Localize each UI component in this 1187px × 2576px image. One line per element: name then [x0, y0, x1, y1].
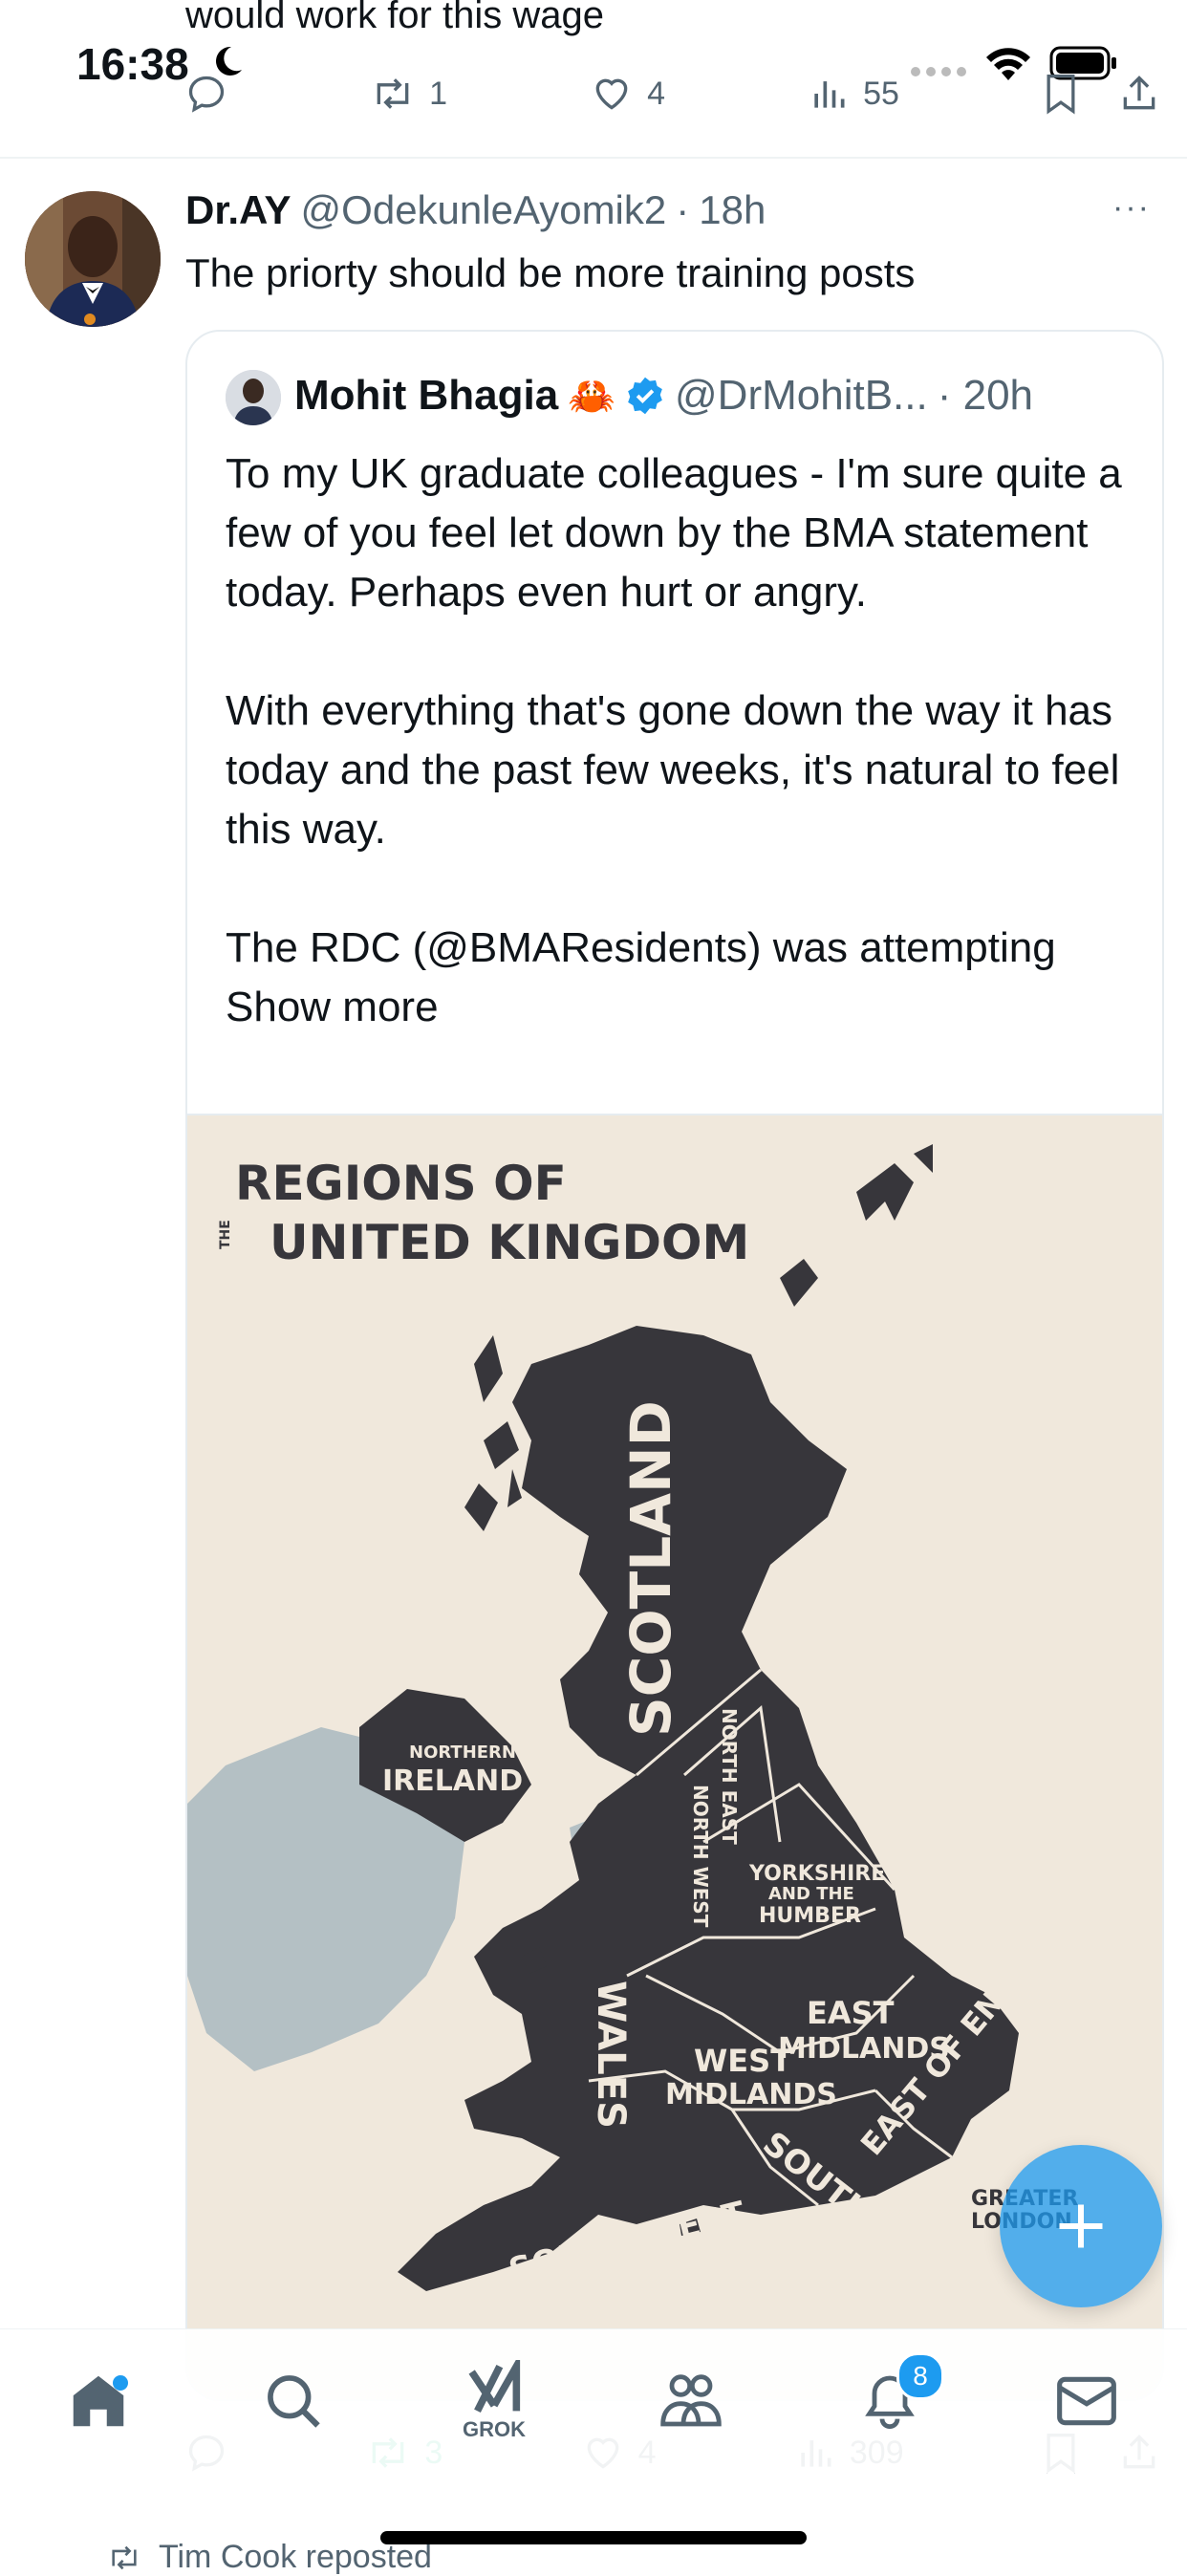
quote-paragraph-1: To my UK graduate colleagues - I'm sure … [226, 450, 1122, 616]
retweet-button[interactable]: 1 [370, 73, 447, 115]
views-icon [814, 81, 845, 108]
map-title-line1: REGIONS OF [235, 1156, 567, 1211]
label-yorkshire-3: HUMBER [759, 1904, 861, 1928]
tweet-time[interactable]: 18h [699, 187, 766, 233]
quote-body: To my UK graduate colleagues - I'm sure … [226, 444, 1133, 1037]
quote-avatar [226, 370, 281, 425]
label-yorkshire-2: AND THE [768, 1884, 854, 1904]
mail-icon [1057, 2376, 1116, 2426]
reply-icon [188, 76, 225, 113]
author-name[interactable]: Dr.AY [185, 187, 291, 233]
label-scotland: SCOTLAND [618, 1400, 683, 1737]
tab-communities[interactable] [648, 2358, 734, 2444]
tweet-header: Dr.AY @OdekunleAyomik2 · 18h [185, 187, 766, 233]
more-options-button[interactable]: ··· [1112, 189, 1151, 227]
divider [0, 157, 1187, 159]
bottom-tab-bar: GROK 8 [0, 2328, 1187, 2473]
tab-grok[interactable]: GROK [451, 2358, 537, 2444]
grok-icon [468, 2360, 521, 2414]
label-wales: WALES [589, 1981, 633, 2129]
tab-home[interactable] [55, 2358, 141, 2444]
heart-icon [595, 78, 628, 110]
label-northern: NORTHERN [409, 1743, 516, 1763]
retweet-icon [377, 78, 409, 109]
like-button[interactable]: 4 [590, 73, 665, 115]
views-count: 55 [863, 75, 899, 112]
label-ireland: IRELAND [382, 1764, 523, 1798]
tab-messages[interactable] [1044, 2358, 1130, 2444]
compose-button[interactable] [1000, 2145, 1162, 2307]
quote-time: · 20h [937, 372, 1034, 419]
label-yorkshire-1: YORKSHIRE [748, 1862, 885, 1886]
retweet-count: 1 [429, 75, 447, 112]
quote-author-name: Mohit Bhagia [294, 372, 559, 419]
grok-label: GROK [463, 2417, 526, 2441]
quote-paragraph-2: With everything that's gone down the way… [226, 687, 1120, 853]
notification-badge: 8 [896, 2352, 944, 2400]
quote-author-handle: @DrMohitB... [675, 372, 928, 419]
communities-icon [660, 2374, 722, 2427]
tweet-text: The priorty should be more training post… [185, 250, 916, 295]
verified-badge-icon [628, 377, 662, 415]
crab-emoji: 🦀 [568, 375, 616, 418]
views-button[interactable]: 55 [808, 73, 899, 115]
label-north-east: NORTH EAST [718, 1708, 741, 1845]
author-handle[interactable]: @OdekunleAyomik2 [301, 187, 667, 233]
tab-search[interactable] [250, 2358, 336, 2444]
show-more-link[interactable]: Show more [226, 984, 439, 1030]
quote-tweet-card[interactable]: Mohit Bhagia 🦀 @DrMohitB... · 20h To my … [185, 330, 1164, 2401]
tab-notifications[interactable]: 8 [847, 2352, 944, 2444]
like-count: 4 [647, 75, 665, 112]
bookmark-icon[interactable] [1042, 73, 1080, 115]
share-icon[interactable] [1118, 73, 1160, 115]
unread-dot [113, 2375, 128, 2391]
avatar[interactable] [25, 191, 161, 327]
label-west-2: MIDLANDS [665, 2078, 837, 2111]
status-time: 16:38 [76, 39, 189, 89]
plus-icon [1059, 2204, 1103, 2248]
home-indicator [380, 2531, 807, 2544]
label-west-1: WEST [694, 2043, 791, 2079]
map-title-line2: UNITED KINGDOM [270, 1215, 749, 1270]
reply-button[interactable] [185, 73, 227, 115]
retweet-small-icon [112, 2545, 137, 2569]
next-item-header: Tim Cook reposted [105, 2539, 432, 2576]
map-title-the: THE [218, 1220, 233, 1249]
prev-tweet-actions: 1 4 55 [185, 65, 1160, 122]
label-east-1: EAST [807, 1995, 895, 2031]
quote-paragraph-3: The RDC (@BMAResidents) was attempting [226, 924, 1056, 971]
quote-header: Mohit Bhagia 🦀 @DrMohitB... · 20h [294, 372, 1033, 420]
separator: · [676, 187, 690, 232]
search-icon [268, 2375, 320, 2428]
prev-tweet-text: would work for this wage [185, 0, 604, 36]
label-north-west: NORTH WEST [689, 1785, 712, 1928]
